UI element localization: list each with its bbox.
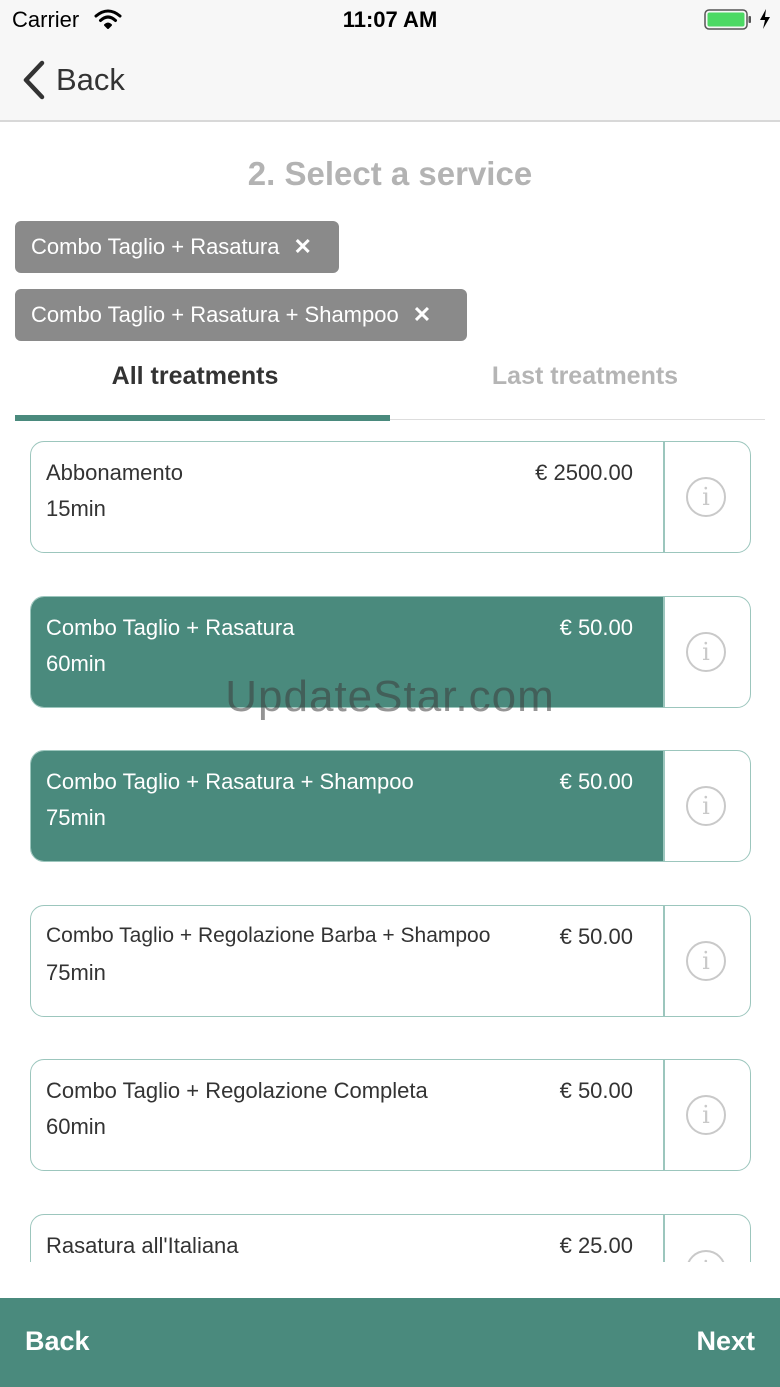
service-card[interactable]: Combo Taglio + Regolazione Completa 60mi… <box>30 1059 751 1171</box>
service-name: Combo Taglio + Rasatura <box>46 615 295 640</box>
info-icon[interactable]: i <box>686 632 726 672</box>
info-icon[interactable]: i <box>686 941 726 981</box>
page-title: 2. Select a service <box>247 155 533 192</box>
service-price: € 50.00 <box>559 924 633 949</box>
service-name: Combo Taglio + Rasatura + Shampoo <box>46 769 414 794</box>
card-divider <box>663 597 665 707</box>
navigation-bar: Back <box>0 40 780 122</box>
active-tab-indicator <box>15 415 390 421</box>
service-price: € 50.00 <box>559 1078 633 1103</box>
card-divider <box>663 751 665 861</box>
service-duration: 15min <box>46 496 106 521</box>
bottom-action-bar: Back Next <box>0 1298 780 1387</box>
info-icon[interactable]: i <box>686 1250 726 1262</box>
tab-all-treatments[interactable]: All treatments <box>15 362 375 391</box>
info-icon[interactable]: i <box>686 786 726 826</box>
selected-service-chip: Combo Taglio + Rasatura ✕ <box>15 221 339 273</box>
battery-icon <box>704 9 751 30</box>
chevron-left-icon <box>23 60 45 100</box>
selected-service-chip: Combo Taglio + Rasatura + Shampoo ✕ <box>15 289 467 341</box>
service-duration: 75min <box>46 805 106 830</box>
chip-label: Combo Taglio + Rasatura <box>31 234 280 259</box>
card-divider <box>663 1060 665 1170</box>
charging-bolt-icon <box>760 9 770 29</box>
close-icon[interactable]: ✕ <box>293 234 311 260</box>
info-icon[interactable]: i <box>686 1095 726 1135</box>
nav-back-button[interactable]: Back <box>20 56 125 104</box>
service-card[interactable]: Combo Taglio + Regolazione Barba + Shamp… <box>30 905 751 1017</box>
status-bar: Carrier 11:07 AM <box>0 0 780 40</box>
service-list[interactable]: Abbonamento 15min € 2500.00 i Combo Tagl… <box>0 422 780 1262</box>
service-duration: 60min <box>46 1114 106 1139</box>
chip-label: Combo Taglio + Rasatura + Shampoo <box>31 302 399 327</box>
close-icon[interactable]: ✕ <box>413 302 431 328</box>
clock: 11:07 AM <box>342 7 438 32</box>
service-select-area[interactable]: Rasatura all'Italiana € 25.00 <box>31 1215 663 1262</box>
next-button[interactable]: Next <box>696 1326 755 1357</box>
service-price: € 2500.00 <box>535 460 633 485</box>
service-name: Rasatura all'Italiana <box>46 1233 239 1258</box>
service-select-area[interactable]: Abbonamento 15min € 2500.00 <box>31 442 663 552</box>
service-price: € 25.00 <box>559 1233 633 1258</box>
service-card[interactable]: Combo Taglio + Rasatura + Shampoo 75min … <box>30 750 751 862</box>
service-duration: 60min <box>46 651 106 676</box>
service-select-area[interactable]: Combo Taglio + Regolazione Barba + Shamp… <box>31 906 663 1016</box>
card-divider <box>663 906 665 1016</box>
service-select-area[interactable]: Combo Taglio + Regolazione Completa 60mi… <box>31 1060 663 1170</box>
back-button[interactable]: Back <box>25 1326 90 1357</box>
service-price: € 50.00 <box>559 615 633 640</box>
tab-last-treatments[interactable]: Last treatments <box>395 362 775 391</box>
service-name: Combo Taglio + Regolazione Barba + Shamp… <box>46 924 491 947</box>
service-duration: 75min <box>46 960 106 985</box>
card-divider <box>663 1215 665 1262</box>
service-price: € 50.00 <box>559 769 633 794</box>
service-name: Abbonamento <box>46 460 183 485</box>
nav-back-label: Back <box>56 62 125 97</box>
service-select-area[interactable]: Combo Taglio + Rasatura 60min € 50.00 <box>31 597 663 707</box>
service-card[interactable]: Rasatura all'Italiana € 25.00 i <box>30 1214 751 1262</box>
service-card[interactable]: Abbonamento 15min € 2500.00 i <box>30 441 751 553</box>
service-select-area[interactable]: Combo Taglio + Rasatura + Shampoo 75min … <box>31 751 663 861</box>
card-divider <box>663 442 665 552</box>
service-name: Combo Taglio + Regolazione Completa <box>46 1078 428 1103</box>
info-icon[interactable]: i <box>686 477 726 517</box>
service-card[interactable]: Combo Taglio + Rasatura 60min € 50.00 i <box>30 596 751 708</box>
